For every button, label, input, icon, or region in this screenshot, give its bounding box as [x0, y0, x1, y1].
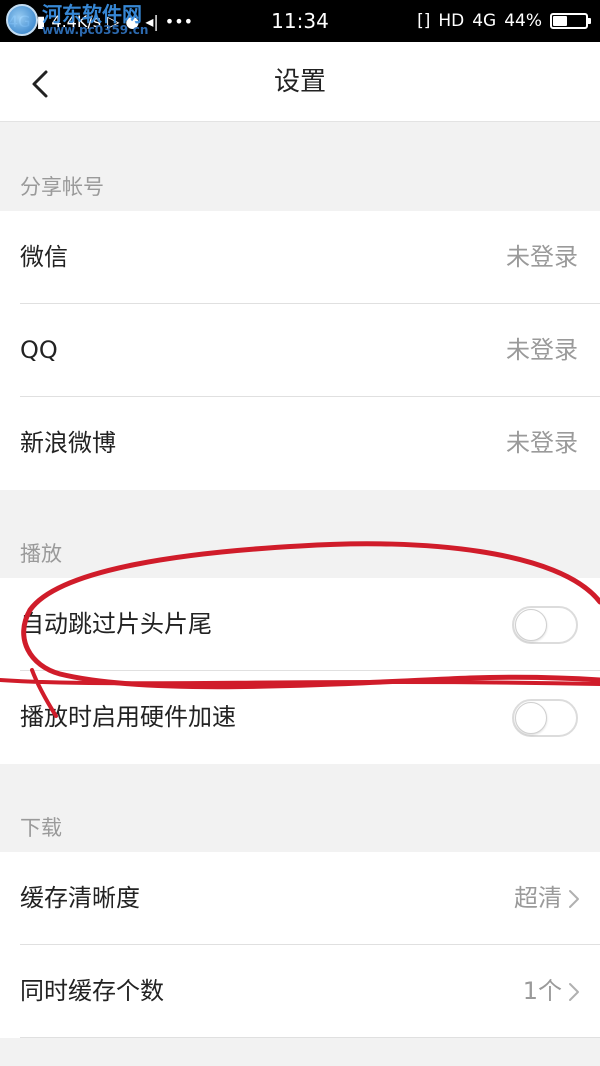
row-value: 1个 — [523, 945, 580, 1038]
row-cache-quality[interactable]: 缓存清晰度 超清 — [0, 852, 600, 945]
vibrate-icon: [] — [417, 11, 431, 31]
row-qq[interactable]: QQ 未登录 — [0, 304, 600, 397]
network-type-right: 4G — [472, 11, 497, 31]
row-skip-intro: 自动跳过片头片尾 — [0, 578, 600, 671]
back-button[interactable] — [22, 66, 58, 102]
row-label: 微信 — [20, 243, 68, 271]
row-label: 新浪微博 — [20, 429, 116, 457]
row-value: 超清 — [514, 852, 580, 945]
row-weibo[interactable]: 新浪微博 未登录 — [0, 397, 600, 490]
row-label: 缓存清晰度 — [20, 884, 140, 912]
concurrent-cache-value: 1个 — [522, 977, 562, 1005]
watermark: 河东软件网 www.pc0359.cn — [6, 4, 148, 36]
battery-icon — [550, 13, 591, 29]
section-header-play: 播放 — [0, 490, 600, 578]
divider — [20, 1037, 600, 1038]
status-bar: 4G ▮ 4.4K/s ▷ ● ◂| ••• 11:34 [] HD 4G 44… — [0, 0, 600, 42]
watermark-name: 河东软件网 — [42, 2, 142, 26]
section-header-download: 下载 — [0, 764, 600, 852]
hd-indicator: HD — [438, 11, 465, 31]
chevron-right-icon — [569, 889, 579, 908]
watermark-url: www.pc0359.cn — [42, 23, 149, 37]
row-label: 同时缓存个数 — [20, 977, 164, 1005]
row-hw-accel: 播放时启用硬件加速 — [0, 671, 600, 764]
row-status: 未登录 — [506, 336, 578, 364]
chevron-left-icon — [32, 70, 48, 98]
nav-bar: 设置 — [0, 42, 600, 122]
skip-intro-toggle[interactable] — [512, 606, 578, 644]
page-title: 设置 — [273, 67, 326, 97]
cache-quality-value: 超清 — [514, 884, 562, 912]
status-right: [] HD 4G 44% — [417, 0, 591, 42]
battery-percent: 44% — [504, 11, 542, 31]
row-label: QQ — [20, 336, 58, 364]
toggle-knob — [515, 609, 547, 641]
row-concurrent-cache[interactable]: 同时缓存个数 1个 — [0, 945, 600, 1038]
toggle-knob — [515, 702, 547, 734]
row-label: 播放时启用硬件加速 — [20, 703, 236, 731]
row-wechat[interactable]: 微信 未登录 — [0, 211, 600, 304]
watermark-text: 河东软件网 www.pc0359.cn — [42, 4, 148, 36]
hw-accel-toggle[interactable] — [512, 699, 578, 737]
row-status: 未登录 — [506, 429, 578, 457]
battery-fill — [553, 16, 567, 26]
watermark-logo-icon — [6, 4, 38, 36]
section-header-share: 分享帐号 — [0, 123, 600, 211]
chevron-right-icon — [569, 982, 579, 1001]
row-status: 未登录 — [506, 243, 578, 271]
row-label: 自动跳过片头片尾 — [20, 610, 212, 638]
